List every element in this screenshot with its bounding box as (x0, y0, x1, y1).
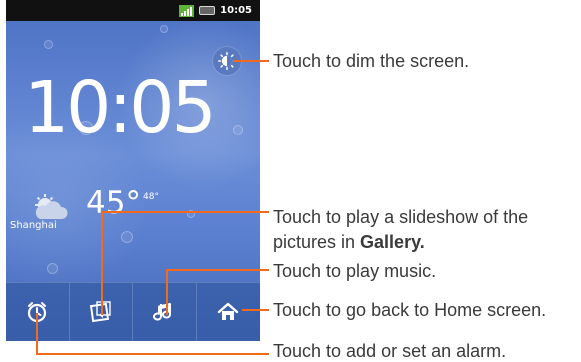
slideshow-callout-line-vertical (101, 211, 103, 315)
status-bar: 10:05 (6, 0, 260, 21)
signal-icon (179, 4, 195, 17)
music-note-icon (153, 303, 172, 321)
weather-temperature: 45° (86, 185, 141, 221)
dim-callout-line (233, 60, 269, 62)
water-droplet (121, 231, 133, 243)
water-droplet (160, 25, 168, 33)
slideshow-callout-text-line1: Touch to play a slideshow of the (273, 207, 529, 227)
music-callout-text: Touch to play music. (273, 261, 437, 281)
alarm-callout-line-horizontal (36, 353, 269, 355)
weather-location: Shanghai (10, 220, 57, 231)
status-time: 10:05 (220, 5, 252, 16)
slideshow-callout-text-prefix: pictures in (273, 232, 361, 252)
music-callout-line-horizontal (166, 269, 269, 271)
home-button[interactable] (197, 283, 261, 341)
alarm-callout-line-vertical (36, 313, 38, 355)
phone-screen: 10:05 10:05 45° 48° Shanghai (6, 0, 260, 341)
gallery-label: Gallery. (360, 232, 425, 252)
water-droplet (233, 125, 243, 135)
weather-high-temperature: 48° (143, 192, 159, 202)
water-droplet (47, 263, 58, 274)
home-icon (218, 302, 239, 320)
home-callout-text: Touch to go back to Home screen. (273, 300, 547, 320)
bottom-dock (6, 282, 260, 341)
clock-time: 10:05 (24, 66, 217, 149)
music-callout-line-vertical (166, 269, 168, 315)
dim-callout-text: Touch to dim the screen. (273, 51, 470, 71)
music-button[interactable] (133, 283, 197, 341)
alarm-callout-text: Touch to add or set an alarm. (273, 341, 507, 361)
battery-icon (199, 6, 216, 15)
slideshow-callout-text-line2: pictures in Gallery. (273, 232, 425, 253)
water-droplet (44, 40, 53, 49)
slideshow-callout-line-horizontal (101, 211, 269, 213)
partly-cloudy-icon (35, 194, 68, 219)
home-callout-line (242, 309, 269, 311)
